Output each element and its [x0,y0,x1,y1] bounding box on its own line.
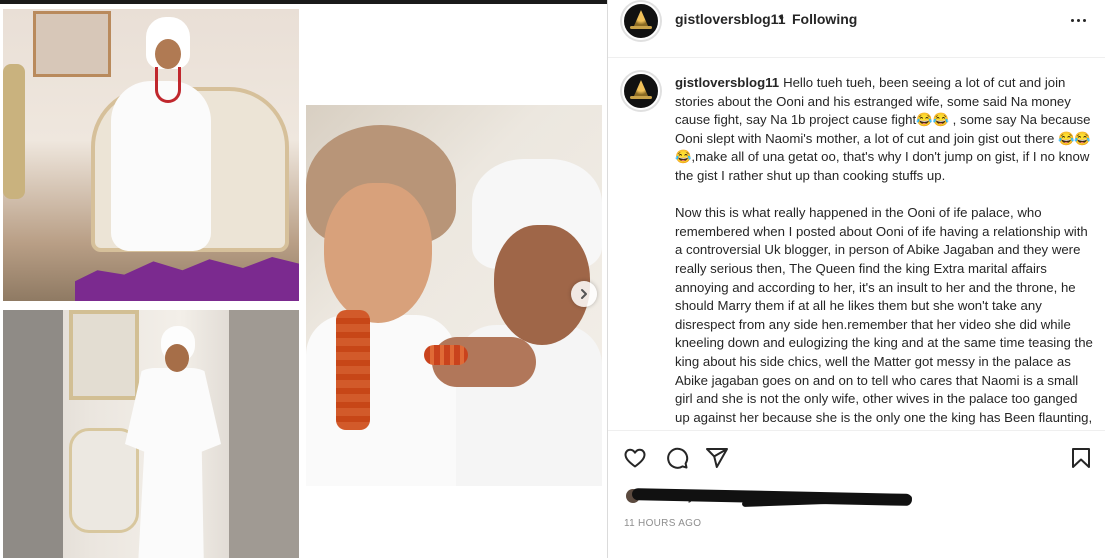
carousel-next-button[interactable] [571,281,597,307]
like-button[interactable] [622,445,648,471]
share-button[interactable] [704,445,730,471]
logo-underline [630,96,652,99]
white-robe-left [306,315,456,486]
caption-avatar[interactable] [622,72,660,110]
more-options-button[interactable] [1064,10,1092,30]
following-button[interactable]: Following [792,11,857,27]
more-horizontal-icon [1070,18,1086,22]
action-bar [608,430,1105,484]
wall-painting [33,11,111,77]
save-button[interactable] [1068,445,1094,471]
logo-mark [634,10,648,26]
post-media [0,4,607,558]
logo-underline [630,26,652,29]
post-header: gistloversblog11 • Following [608,0,1105,58]
photo-couple [306,105,602,486]
heart-icon [624,448,646,468]
caption-area[interactable]: gistloversblog11 Hello tueh tueh, been se… [608,58,1105,430]
chevron-right-icon [581,289,587,299]
caption-paragraph-1: Hello tueh tueh, been seeing a lot of cu… [675,75,1091,183]
purple-decor [75,257,299,301]
coral-beads [336,310,370,430]
separator-dot: • [779,9,784,25]
photo-woman-on-throne [3,9,299,301]
post-panel: gistloversblog11 • Following gistloversb… [607,0,1105,558]
avatar[interactable] [622,2,660,40]
curtain-right [229,310,299,558]
photo-woman-standing [3,310,299,558]
post-timestamp[interactable]: 11 hours ago [624,518,701,529]
face-woman [324,183,432,323]
paper-plane-icon [706,448,728,468]
white-dress [111,81,211,251]
caption-text: gistloversblog11 Hello tueh tueh, been se… [675,74,1095,430]
coral-beads [155,67,181,103]
curtain-left [3,310,63,558]
logo-mark [634,80,648,96]
username-link[interactable]: gistloversblog11 [675,11,785,27]
coral-bracelet [424,345,468,365]
face [155,39,181,69]
mirror [69,310,139,400]
bookmark-icon [1072,448,1090,468]
likes-summary[interactable]: Liked by [622,484,942,508]
lace-dress [125,368,221,558]
caption-paragraph-2: Now this is what really happened in the … [675,205,1093,430]
caption-username-link[interactable]: gistloversblog11 [675,75,779,90]
comment-button[interactable] [664,445,690,471]
chair-left [3,64,25,199]
comment-icon [667,447,689,469]
face [165,344,189,372]
